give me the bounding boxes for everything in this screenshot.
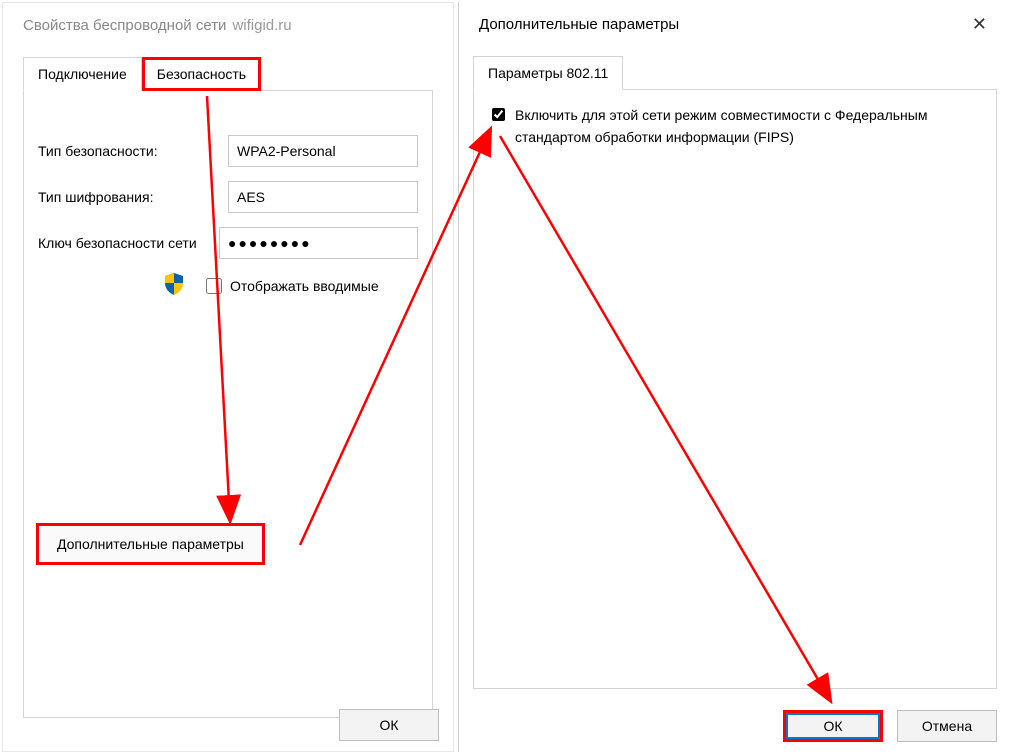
- cancel-button[interactable]: Отмена: [897, 710, 997, 742]
- network-key-input[interactable]: [219, 227, 418, 259]
- dialog-title: Свойства беспроводной сети: [23, 17, 226, 34]
- encryption-type-label: Тип шифрования:: [38, 189, 228, 205]
- 80211-tab-panel: Включить для этой сети режим совместимос…: [473, 89, 997, 689]
- title-bar-right: Дополнительные параметры ✕: [459, 2, 1011, 46]
- tab-security[interactable]: Безопасность: [142, 57, 261, 91]
- wireless-properties-dialog: Свойства беспроводной сети wifigid.ru По…: [2, 2, 454, 752]
- dialog-title-right: Дополнительные параметры: [479, 16, 679, 33]
- fips-label: Включить для этой сети режим совместимос…: [515, 104, 978, 148]
- tab-connection[interactable]: Подключение: [23, 57, 142, 91]
- network-key-label: Ключ безопасности сети: [38, 235, 219, 251]
- encryption-type-select[interactable]: AES: [228, 181, 418, 213]
- title-bar-left: Свойства беспроводной сети wifigid.ru: [3, 3, 453, 47]
- tab-80211[interactable]: Параметры 802.11: [473, 56, 623, 90]
- show-characters-label: Отображать вводимые: [230, 278, 379, 294]
- show-characters-row: Отображать вводимые: [206, 278, 379, 294]
- security-type-label: Тип безопасности:: [38, 143, 228, 159]
- security-type-select[interactable]: WPA2-Personal: [228, 135, 418, 167]
- security-tab-panel: Тип безопасности: WPA2-Personal Тип шифр…: [23, 90, 433, 718]
- dialog-subtitle: wifigid.ru: [232, 17, 291, 34]
- tabs-row: Подключение Безопасность: [3, 47, 453, 90]
- ok-button-left[interactable]: ОК: [339, 709, 439, 741]
- fips-checkbox[interactable]: [492, 106, 505, 123]
- close-icon[interactable]: ✕: [962, 10, 997, 39]
- uac-shield-icon: [164, 273, 184, 295]
- advanced-params-dialog: Дополнительные параметры ✕ Параметры 802…: [458, 2, 1011, 752]
- advanced-settings-button[interactable]: Дополнительные параметры: [36, 523, 265, 565]
- ok-button-right[interactable]: ОК: [783, 710, 883, 742]
- show-characters-checkbox[interactable]: [206, 278, 222, 294]
